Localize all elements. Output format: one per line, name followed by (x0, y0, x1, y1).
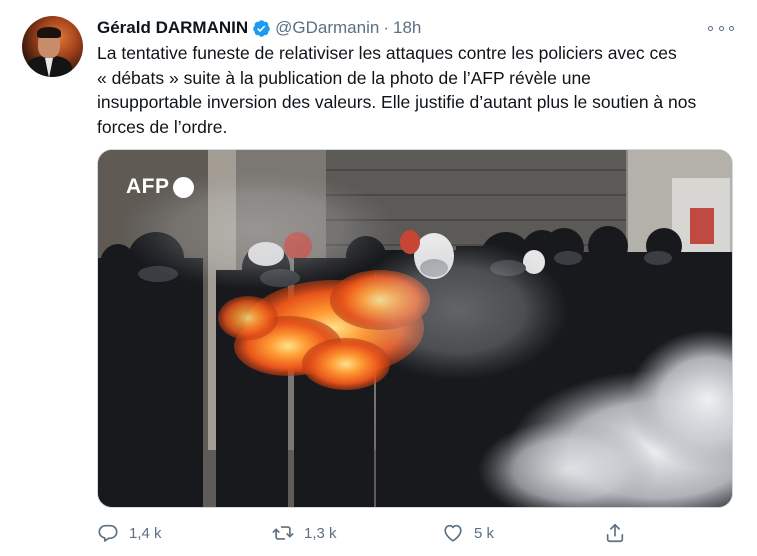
timestamp[interactable]: 18h (393, 18, 421, 38)
tweet-header: Gérald DARMANIN @GDarmanin · 18h (97, 15, 421, 41)
share-button[interactable] (604, 520, 626, 546)
afp-logo-icon (172, 176, 194, 198)
like-count: 5 k (474, 524, 495, 542)
tweet-text: La tentative funeste de relativiser les … (97, 43, 697, 137)
retweet-button[interactable]: 1,3 k (272, 520, 337, 546)
retweet-icon (272, 526, 294, 540)
tweet-actions: 1,4 k 1,3 k 5 k (97, 520, 737, 546)
photo-image (98, 150, 732, 507)
afp-watermark: AFP (126, 175, 194, 199)
more-icon[interactable] (708, 20, 734, 36)
retweet-count: 1,3 k (304, 524, 337, 542)
reply-count: 1,4 k (129, 524, 162, 542)
avatar[interactable] (22, 16, 83, 77)
share-icon (606, 523, 624, 543)
author-handle[interactable]: @GDarmanin (275, 18, 379, 38)
author-name[interactable]: Gérald DARMANIN (97, 18, 248, 38)
tweet-photo[interactable]: AFP (97, 149, 733, 508)
heart-icon (444, 524, 462, 542)
reply-button[interactable]: 1,4 k (97, 520, 162, 546)
like-button[interactable]: 5 k (442, 520, 494, 546)
verified-badge-icon (253, 19, 270, 37)
separator-dot: · (383, 18, 389, 37)
tweet[interactable]: Gérald DARMANIN @GDarmanin · 18h La tent… (0, 0, 757, 556)
reply-icon (98, 524, 118, 542)
